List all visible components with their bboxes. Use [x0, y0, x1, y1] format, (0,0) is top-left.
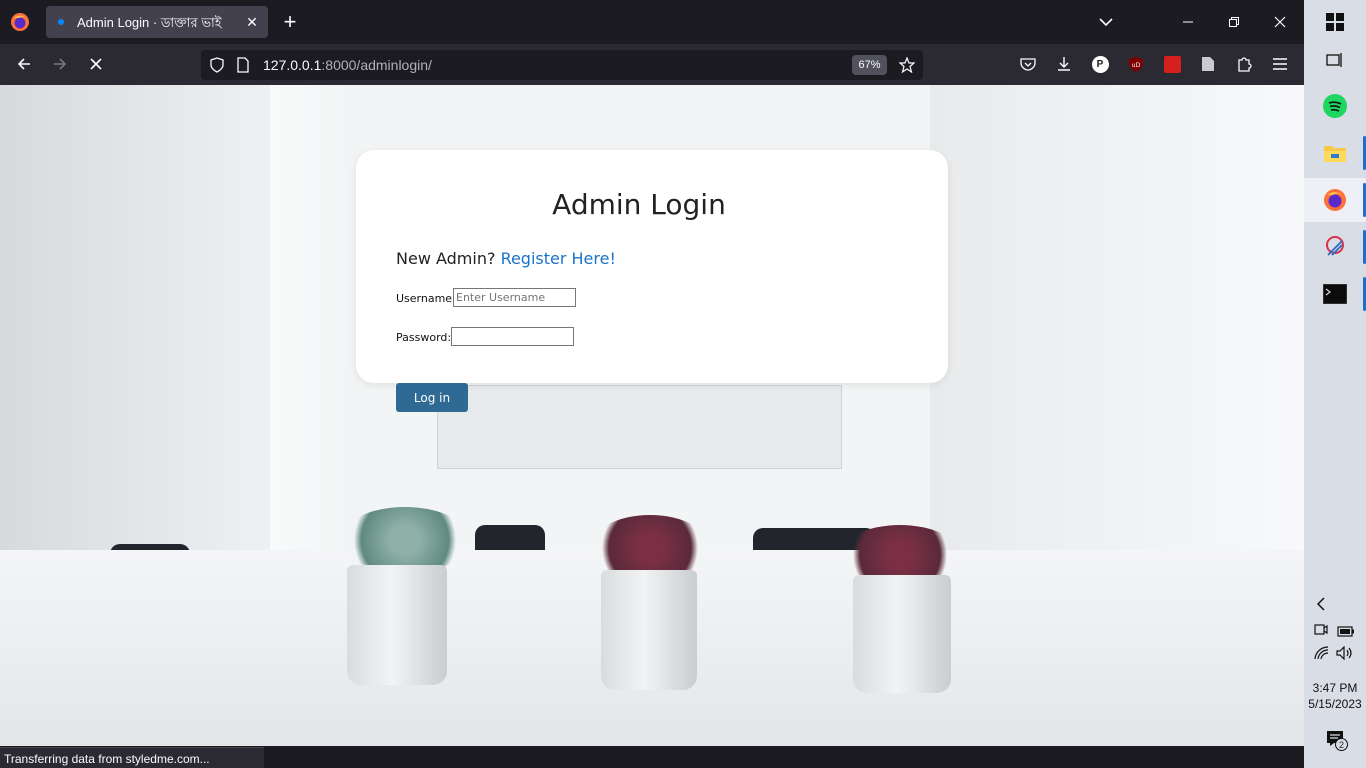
- register-link[interactable]: Register Here!: [501, 249, 616, 268]
- username-label: Username:: [396, 292, 456, 305]
- tab-bar: Admin Login · ডাক্তার ভাই ✕ +: [0, 0, 1304, 44]
- page-viewport: Admin Login New Admin? Register Here! Us…: [0, 85, 1304, 746]
- new-admin-row: New Admin? Register Here!: [396, 249, 616, 268]
- meet-now-icon[interactable]: [1314, 622, 1328, 639]
- background-pillar: [270, 85, 360, 555]
- snipping-tool-icon[interactable]: [1304, 225, 1366, 269]
- close-tab-icon[interactable]: ✕: [242, 12, 262, 32]
- forward-icon[interactable]: [48, 52, 72, 76]
- hamburger-menu-icon[interactable]: [1268, 52, 1292, 76]
- download-icon[interactable]: [1052, 52, 1076, 76]
- firefox-menu-icon[interactable]: [8, 10, 32, 34]
- zoom-level-badge[interactable]: 67%: [852, 55, 887, 75]
- wifi-icon[interactable]: [1314, 646, 1330, 663]
- shield-icon[interactable]: [207, 55, 227, 75]
- new-admin-prompt: New Admin?: [396, 249, 496, 268]
- chevron-left-icon[interactable]: [1316, 597, 1326, 614]
- terminal-icon[interactable]: [1304, 272, 1366, 316]
- close-window-icon[interactable]: [1268, 10, 1292, 34]
- ublock-icon[interactable]: uD: [1124, 52, 1148, 76]
- list-tabs-icon[interactable]: [1094, 10, 1118, 34]
- page-icon[interactable]: [233, 55, 253, 75]
- spotify-icon[interactable]: [1304, 84, 1366, 128]
- extension-red-icon[interactable]: [1160, 52, 1184, 76]
- account-avatar-icon[interactable]: P: [1088, 52, 1112, 76]
- new-tab-icon[interactable]: +: [278, 9, 302, 34]
- background-wall: [0, 85, 270, 555]
- status-bar: Transferring data from styledme.com...: [0, 747, 264, 768]
- background-right-wall: [930, 85, 1304, 555]
- tab-title: Admin Login · ডাক্তার ভাই: [77, 15, 222, 30]
- firefox-taskbar-icon[interactable]: [1304, 178, 1366, 222]
- background-pot: [601, 570, 697, 690]
- bookmark-star-icon[interactable]: [897, 55, 917, 75]
- url-path: :8000/adminlogin/: [321, 57, 432, 73]
- page-title: Admin Login: [552, 188, 726, 221]
- task-view-button[interactable]: [1304, 38, 1366, 82]
- notification-center-icon[interactable]: 2: [1326, 730, 1348, 751]
- login-card: Admin Login New Admin? Register Here! Us…: [356, 150, 948, 383]
- system-clock[interactable]: 3:47 PM 5/15/2023: [1304, 680, 1366, 712]
- battery-icon[interactable]: [1337, 624, 1355, 640]
- background-pot: [853, 575, 951, 693]
- restore-icon[interactable]: [1222, 10, 1246, 34]
- login-button[interactable]: Log in: [396, 383, 468, 412]
- url-host: 127.0.0.1: [263, 57, 322, 73]
- tab-admin-login[interactable]: Admin Login · ডাক্তার ভাই ✕: [46, 6, 268, 38]
- username-input[interactable]: [453, 288, 576, 307]
- stop-loading-icon[interactable]: [84, 52, 108, 76]
- extensions-puzzle-icon[interactable]: [1232, 52, 1256, 76]
- file-explorer-icon[interactable]: [1304, 131, 1366, 175]
- background-plant: [340, 507, 470, 573]
- notification-count-badge: 2: [1335, 738, 1348, 751]
- minimize-icon[interactable]: [1176, 10, 1200, 34]
- url-bar[interactable]: 127.0.0.1:8000/adminlogin/ 67%: [201, 50, 923, 80]
- password-input[interactable]: [451, 327, 574, 346]
- password-label: Password:: [396, 331, 452, 344]
- background-pot: [347, 565, 447, 685]
- back-icon[interactable]: [12, 52, 36, 76]
- tab-loading-icon: [58, 19, 64, 25]
- volume-icon[interactable]: [1336, 645, 1354, 663]
- background-whiteboard: [437, 385, 842, 469]
- clock-date: 5/15/2023: [1308, 697, 1362, 711]
- clock-time: 3:47 PM: [1312, 681, 1358, 695]
- pocket-icon[interactable]: [1016, 52, 1040, 76]
- reader-extension-icon[interactable]: [1196, 52, 1220, 76]
- windows-taskbar: 3:47 PM 5/15/2023 2: [1304, 0, 1366, 768]
- svg-text:uD: uD: [1132, 62, 1141, 69]
- url-text[interactable]: 127.0.0.1:8000/adminlogin/: [263, 57, 432, 73]
